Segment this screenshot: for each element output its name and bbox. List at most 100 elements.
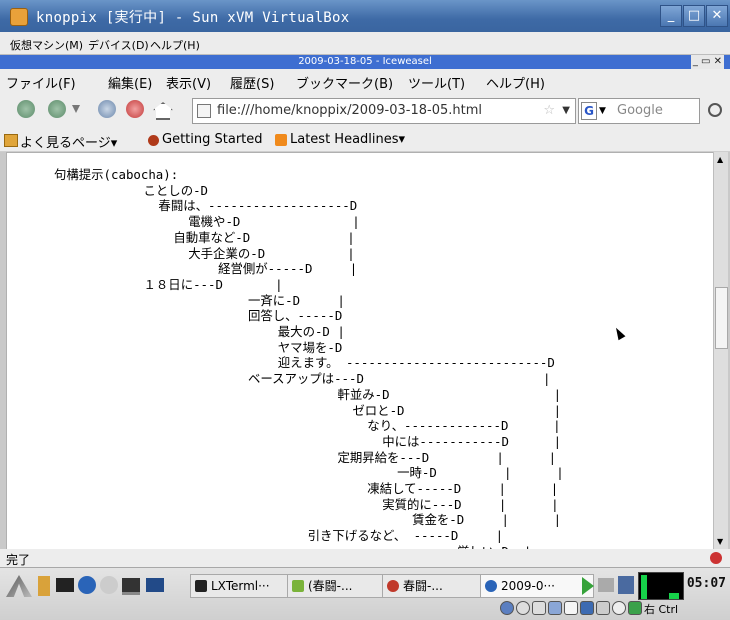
bookmark-latest-headlines[interactable]: Latest Headlines▾ [290, 132, 405, 147]
window-title: knoppix [実行中] - Sun xVM VirtualBox [36, 10, 350, 26]
play-icon[interactable] [582, 577, 594, 595]
content-line: 引き下げるなど、 -----D | [54, 528, 504, 544]
content-line: 定期昇給を---D | | [54, 449, 557, 465]
address-bar[interactable]: file:///home/knoppix/2009-03-18-05.html … [192, 98, 576, 124]
url-dropdown-icon[interactable]: ▼ [562, 99, 570, 123]
help-icon[interactable] [100, 576, 118, 594]
menu-machine[interactable]: 仮想マシン(M) [10, 37, 83, 53]
network-icon[interactable] [618, 576, 634, 594]
desktop-switch-icon[interactable] [146, 578, 164, 592]
tray-usb-icon[interactable] [596, 601, 610, 615]
clock: 05:07 [686, 576, 726, 591]
browser-title-bar: 2009-03-18-05 - Iceweasel _ ▭ ✕ [0, 55, 730, 69]
file-manager-icon[interactable] [38, 576, 50, 596]
content-line: １８日に---D | [54, 276, 283, 292]
content-line: 大手企業の-D | [54, 245, 355, 261]
tray-disc-icon[interactable] [516, 601, 530, 615]
content-line: 一時-D | | [54, 465, 564, 481]
status-text: 完了 [6, 553, 31, 567]
content-line: 最大の-D | [54, 324, 345, 340]
terminal-icon[interactable] [56, 578, 74, 592]
browser-menu-bar: ファイル(F) 編集(E) 表示(V) 履歴(S) ブックマーク(B) ツール(… [0, 69, 730, 92]
url-text: file:///home/knoppix/2009-03-18-05.html [217, 103, 482, 118]
tray-globe-icon[interactable] [500, 601, 514, 615]
tray-network-icon[interactable] [548, 601, 562, 615]
page-favicon-icon [197, 104, 211, 118]
monitor-icon[interactable] [122, 578, 140, 595]
tray-drive-icon[interactable] [532, 601, 546, 615]
content-line: 賃金を-D | | [54, 512, 562, 528]
content-line: 句構提示(cabocha): [54, 167, 179, 182]
scrollbar-thumb[interactable] [715, 287, 728, 349]
folder-icon [4, 134, 18, 147]
bookmark-getting-started[interactable]: Getting Started [162, 132, 263, 147]
rss-icon [275, 134, 287, 146]
content-line: 実質的に---D | | [54, 496, 559, 512]
content-line: 迎えます。 ---------------------------D [54, 355, 555, 371]
back-icon[interactable] [17, 100, 35, 118]
content-line: 軒並み-D | [54, 386, 562, 402]
tray-mouse-icon[interactable] [612, 601, 626, 615]
forward-icon[interactable] [48, 100, 66, 118]
scroll-down-icon[interactable]: ▼ [717, 537, 723, 546]
search-input[interactable]: G ▼ Google [578, 98, 700, 124]
window-controls-icon[interactable]: _ ▭ ✕ [690, 55, 724, 69]
scroll-up-icon[interactable]: ▲ [717, 155, 723, 164]
virtualbox-title-bar: knoppix [実行中] - Sun xVM VirtualBox _ □ ✕ [0, 0, 730, 32]
content-line: 中には-----------D | [54, 433, 562, 449]
menu-edit[interactable]: 編集(E) [108, 73, 152, 92]
bookmarks-toolbar: よく見るページ▾ Getting Started Latest Headline… [0, 129, 730, 152]
menu-tools[interactable]: ツール(T) [408, 73, 465, 92]
editor-icon [292, 580, 304, 592]
navigation-toolbar: file:///home/knoppix/2009-03-18-05.html … [0, 91, 730, 130]
terminal-icon [195, 580, 207, 592]
menu-history[interactable]: 履歴(S) [230, 73, 274, 92]
search-placeholder: Google [617, 103, 663, 118]
cabocha-output: 句構提示(cabocha): ことしの-D 春闘は、--------------… [54, 167, 564, 550]
taskbar: LXTerml··· (春闘-... 春闘-... 2009-0··· 05:0… [0, 567, 730, 620]
task-browser-shunto[interactable]: 春闘-... [382, 574, 496, 598]
content-line: 凍結して-----D | | [54, 481, 559, 497]
tray-display-icon[interactable] [580, 601, 594, 615]
task-iceweasel[interactable]: 2009-0··· [480, 574, 594, 598]
status-bar: 完了 [0, 549, 730, 567]
browser-launch-icon[interactable] [78, 576, 96, 594]
status-warning-icon [710, 552, 722, 564]
bookmark-star-icon[interactable]: ☆ [543, 99, 555, 123]
close-icon[interactable]: ✕ [706, 5, 728, 27]
search-icon[interactable] [708, 103, 722, 117]
menu-help[interactable]: ヘルプ(H) [486, 73, 545, 92]
reload-icon[interactable] [98, 100, 116, 118]
tray-capture-icon[interactable] [628, 601, 642, 615]
content-line: 経営側が-----D | [54, 261, 358, 277]
menu-view[interactable]: 表示(V) [166, 73, 211, 92]
content-line: 一斉に-D | [54, 292, 345, 308]
engine-dropdown-icon[interactable]: ▼ [599, 99, 606, 123]
content-line: 回答し、-----D [54, 308, 343, 324]
home-icon[interactable] [153, 102, 173, 120]
minimize-icon[interactable]: _ [660, 5, 682, 27]
google-engine-icon[interactable]: G [581, 102, 597, 120]
virtualbox-menu-bar: 仮想マシン(M) デバイス(D) ヘルプ(H) [0, 32, 730, 55]
content-line: 自動車など-D | [54, 229, 355, 245]
getting-started-icon [148, 135, 159, 146]
knoppix-menu-icon[interactable] [6, 575, 32, 597]
virtualbox-app-icon [10, 8, 28, 26]
vertical-scrollbar[interactable]: ▲ ▼ [713, 152, 728, 549]
maximize-icon[interactable]: □ [683, 5, 705, 27]
removable-drive-icon[interactable] [598, 578, 614, 592]
stop-icon[interactable] [126, 100, 144, 118]
content-line: 春闘は、-------------------D [54, 198, 358, 214]
content-line: ベースアップは---D | [54, 371, 551, 387]
menu-help[interactable]: ヘルプ(H) [150, 37, 200, 53]
page-content: 句構提示(cabocha): ことしの-D 春闘は、--------------… [6, 152, 714, 551]
content-line: 電機や-D | [54, 214, 360, 230]
cpu-monitor-graph [638, 572, 684, 600]
history-dropdown-icon[interactable] [72, 105, 80, 113]
menu-file[interactable]: ファイル(F) [6, 73, 76, 92]
bookmark-most-visited[interactable]: よく見るページ▾ [20, 132, 117, 151]
menu-bookmarks[interactable]: ブックマーク(B) [296, 73, 393, 92]
content-line: ことしの-D [54, 182, 208, 198]
menu-devices[interactable]: デバイス(D) [88, 37, 149, 53]
tray-pen-icon[interactable] [564, 601, 578, 615]
